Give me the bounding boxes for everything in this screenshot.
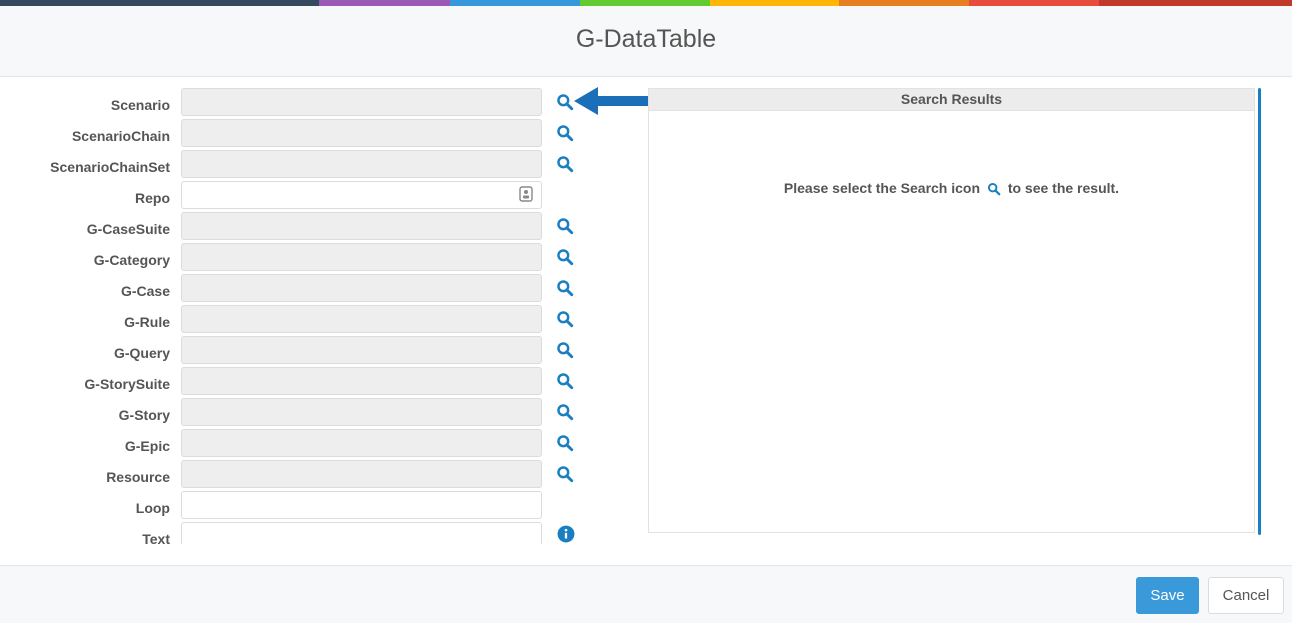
row-g-category: G-Category — [0, 243, 640, 271]
row-resource: Resource — [0, 460, 640, 488]
modal-header: G-DataTable — [0, 6, 1292, 77]
search-icon[interactable] — [556, 465, 574, 483]
scenariochainset-field[interactable] — [181, 150, 542, 178]
search-icon[interactable] — [556, 93, 574, 111]
g-story-field[interactable] — [181, 398, 542, 426]
row-g-story: G-Story — [0, 398, 640, 426]
info-icon[interactable] — [557, 525, 575, 543]
field-label: G-StorySuite — [84, 376, 170, 392]
search-results-message: Please select the Search icon to see the… — [649, 180, 1254, 196]
field-label: Scenario — [110, 97, 170, 113]
modal-footer: Save Cancel — [0, 565, 1292, 623]
search-results-title: Search Results — [649, 89, 1254, 111]
field-label: G-CaseSuite — [86, 221, 170, 237]
repo-select[interactable] — [181, 181, 542, 209]
row-text: Text — [0, 522, 640, 544]
scenariochain-field[interactable] — [181, 119, 542, 147]
form-panel: Scenario ScenarioChain ScenarioChainSet … — [0, 88, 640, 544]
row-loop: Loop — [0, 491, 640, 519]
row-g-rule: G-Rule — [0, 305, 640, 333]
search-icon[interactable] — [556, 310, 574, 328]
results-scrollbar[interactable] — [1258, 88, 1261, 535]
search-icon[interactable] — [556, 372, 574, 390]
row-g-query: G-Query — [0, 336, 640, 364]
field-label: G-Epic — [124, 438, 170, 454]
field-label: G-Rule — [124, 314, 170, 330]
search-icon[interactable] — [556, 279, 574, 297]
search-icon — [987, 182, 1001, 196]
loop-input[interactable] — [181, 491, 542, 519]
search-icon[interactable] — [556, 434, 574, 452]
row-scenariochainset: ScenarioChainSet — [0, 150, 640, 178]
row-repo: Repo — [0, 181, 640, 209]
search-icon[interactable] — [556, 217, 574, 235]
search-results-panel: Search Results Please select the Search … — [648, 88, 1255, 533]
save-button[interactable]: Save — [1136, 577, 1199, 614]
field-label: G-Query — [113, 345, 170, 361]
search-icon[interactable] — [556, 341, 574, 359]
search-icon[interactable] — [556, 124, 574, 142]
row-scenario: Scenario — [0, 88, 640, 116]
g-epic-field[interactable] — [181, 429, 542, 457]
field-label: Text — [142, 531, 170, 544]
g-rule-field[interactable] — [181, 305, 542, 333]
message-before: Please select the Search icon — [783, 180, 981, 196]
field-label: Loop — [135, 500, 170, 516]
row-g-casesuite: G-CaseSuite — [0, 212, 640, 240]
field-label: ScenarioChainSet — [50, 159, 170, 175]
field-label: G-Case — [120, 283, 170, 299]
contact-card-icon[interactable] — [519, 186, 533, 202]
page-title: G-DataTable — [575, 25, 717, 53]
resource-field[interactable] — [181, 460, 542, 488]
field-label: G-Category — [93, 252, 170, 268]
g-storysuite-field[interactable] — [181, 367, 542, 395]
field-label: Resource — [106, 469, 170, 485]
search-icon[interactable] — [556, 155, 574, 173]
g-category-field[interactable] — [181, 243, 542, 271]
cancel-button[interactable]: Cancel — [1208, 577, 1284, 614]
g-casesuite-field[interactable] — [181, 212, 542, 240]
search-icon[interactable] — [556, 403, 574, 421]
message-after: to see the result. — [1007, 180, 1120, 196]
row-g-case: G-Case — [0, 274, 640, 302]
g-query-field[interactable] — [181, 336, 542, 364]
field-label: Repo — [135, 190, 170, 206]
field-label: G-Story — [118, 407, 170, 423]
row-g-epic: G-Epic — [0, 429, 640, 457]
search-icon[interactable] — [556, 248, 574, 266]
field-label: ScenarioChain — [71, 128, 170, 144]
row-scenariochain: ScenarioChain — [0, 119, 640, 147]
row-g-storysuite: G-StorySuite — [0, 367, 640, 395]
scenario-field[interactable] — [181, 88, 542, 116]
g-case-field[interactable] — [181, 274, 542, 302]
text-textarea[interactable] — [181, 522, 542, 544]
